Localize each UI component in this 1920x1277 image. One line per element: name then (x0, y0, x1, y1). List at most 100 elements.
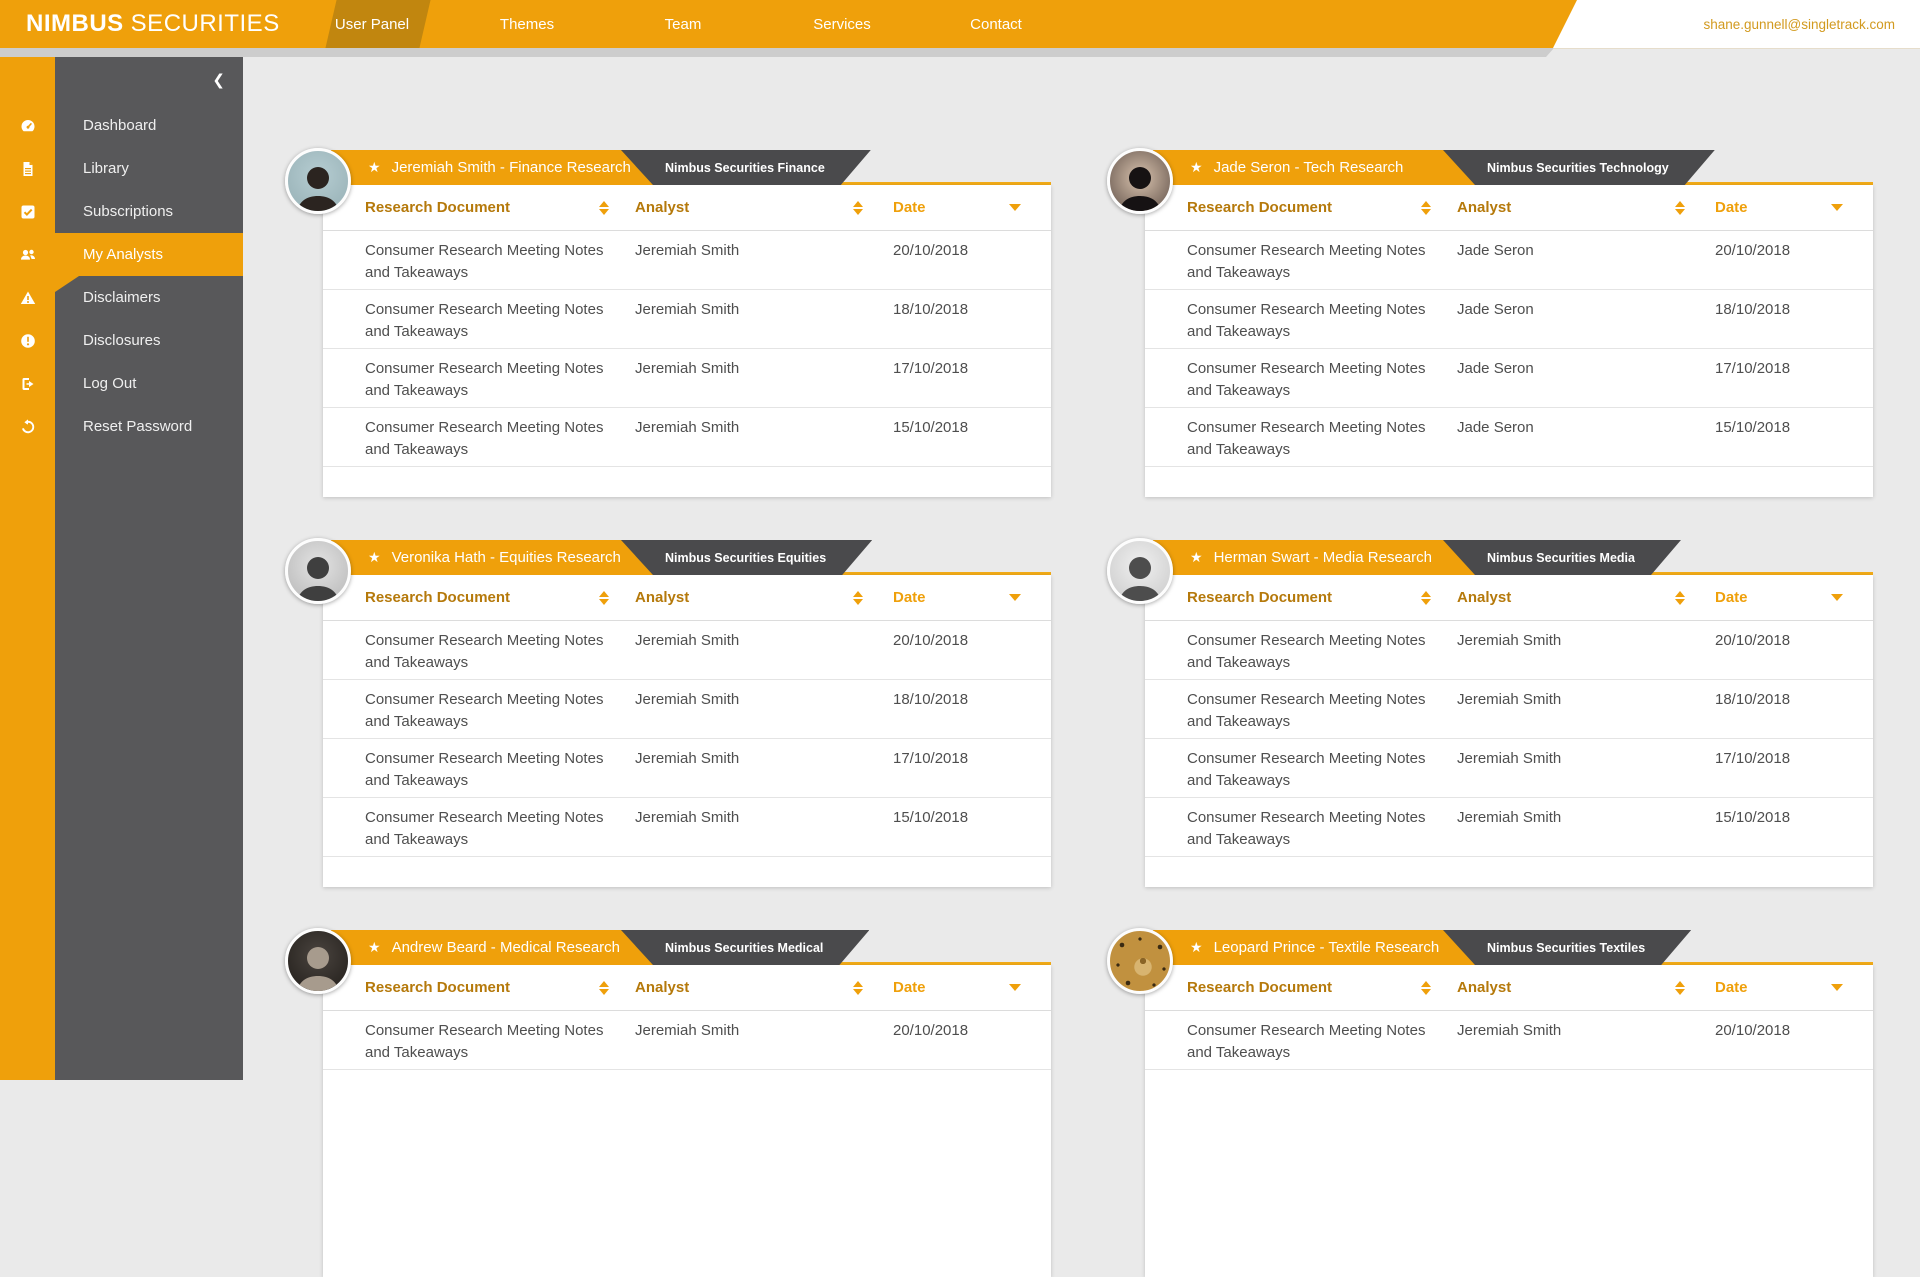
caret-down-icon[interactable] (1831, 594, 1843, 601)
nav-item-contact[interactable]: Contact (970, 0, 1022, 48)
column-header-document[interactable]: Research Document (365, 199, 635, 216)
column-header-document[interactable]: Research Document (1187, 589, 1457, 606)
research-row[interactable]: Consumer Research Meeting Notes and Take… (1145, 349, 1873, 408)
column-header-analyst[interactable]: Analyst (1457, 589, 1715, 606)
document-title[interactable]: Consumer Research Meeting Notes and Take… (365, 630, 615, 679)
document-title[interactable]: Consumer Research Meeting Notes and Take… (365, 240, 615, 289)
column-header-document[interactable]: Research Document (1187, 979, 1457, 996)
column-header-analyst[interactable]: Analyst (635, 589, 893, 606)
research-row[interactable]: Consumer Research Meeting Notes and Take… (1145, 408, 1873, 467)
research-row[interactable]: Consumer Research Meeting Notes and Take… (323, 231, 1051, 290)
caret-down-icon[interactable] (1009, 594, 1021, 601)
column-header-date[interactable]: Date (1715, 589, 1845, 606)
column-header-document[interactable]: Research Document (365, 589, 635, 606)
sidebar-item-reset-password[interactable]: Reset Password (0, 405, 243, 448)
column-header-date[interactable]: Date (1715, 979, 1845, 996)
research-row[interactable]: Consumer Research Meeting Notes and Take… (1145, 798, 1873, 857)
column-header-analyst[interactable]: Analyst (1457, 199, 1715, 216)
column-header-document[interactable]: Research Document (365, 979, 635, 996)
sort-icon[interactable] (599, 981, 635, 995)
jade-seron-photo[interactable] (1107, 148, 1173, 214)
research-row[interactable]: Consumer Research Meeting Notes and Take… (1145, 231, 1873, 290)
research-row[interactable]: Consumer Research Meeting Notes and Take… (1145, 680, 1873, 739)
column-header-analyst[interactable]: Analyst (635, 979, 893, 996)
nav-item-themes[interactable]: Themes (500, 0, 554, 48)
document-title[interactable]: Consumer Research Meeting Notes and Take… (1187, 630, 1437, 679)
research-row[interactable]: Consumer Research Meeting Notes and Take… (323, 739, 1051, 798)
sort-icon[interactable] (1421, 591, 1457, 605)
sidebar-collapse-button[interactable]: ❮ (212, 71, 225, 89)
document-title[interactable]: Consumer Research Meeting Notes and Take… (1187, 748, 1437, 797)
column-header-date[interactable]: Date (893, 589, 1023, 606)
column-header-date[interactable]: Date (893, 199, 1023, 216)
research-row[interactable]: Consumer Research Meeting Notes and Take… (1145, 290, 1873, 349)
veronika-hath-photo[interactable] (285, 538, 351, 604)
research-row[interactable]: Consumer Research Meeting Notes and Take… (323, 290, 1051, 349)
sort-icon[interactable] (853, 591, 863, 605)
sort-icon[interactable] (599, 201, 635, 215)
leopard-prince-photo[interactable] (1107, 928, 1173, 994)
document-title[interactable]: Consumer Research Meeting Notes and Take… (365, 358, 615, 407)
document-title[interactable]: Consumer Research Meeting Notes and Take… (1187, 358, 1437, 407)
column-header-analyst[interactable]: Analyst (635, 199, 893, 216)
research-row[interactable]: Consumer Research Meeting Notes and Take… (1145, 739, 1873, 798)
nav-item-team[interactable]: Team (665, 0, 702, 48)
sidebar-item-my-analysts[interactable]: My Analysts (0, 233, 243, 276)
analyst-banner[interactable]: ★ Andrew Beard - Medical Research (331, 930, 653, 965)
user-email[interactable]: shane.gunnell@singletrack.com (1703, 0, 1895, 48)
analyst-banner[interactable]: ★ Leopard Prince - Textile Research (1153, 930, 1475, 965)
research-row[interactable]: Consumer Research Meeting Notes and Take… (1145, 621, 1873, 680)
sidebar-item-disclaimers[interactable]: Disclaimers (0, 276, 243, 319)
document-title[interactable]: Consumer Research Meeting Notes and Take… (365, 689, 615, 738)
sidebar-item-log-out[interactable]: Log Out (0, 362, 243, 405)
analyst-banner[interactable]: ★ Veronika Hath - Equities Research (331, 540, 653, 575)
sort-icon[interactable] (1675, 201, 1685, 215)
sidebar-item-subscriptions[interactable]: Subscriptions (0, 190, 243, 233)
herman-swart-photo[interactable] (1107, 538, 1173, 604)
column-header-analyst[interactable]: Analyst (1457, 979, 1715, 996)
sort-icon[interactable] (853, 201, 863, 215)
caret-down-icon[interactable] (1831, 984, 1843, 991)
nav-item-services[interactable]: Services (813, 0, 871, 48)
sort-icon[interactable] (599, 591, 635, 605)
document-title[interactable]: Consumer Research Meeting Notes and Take… (365, 1020, 615, 1069)
document-title[interactable]: Consumer Research Meeting Notes and Take… (365, 299, 615, 348)
analyst-banner[interactable]: ★ Jade Seron - Tech Research (1153, 150, 1475, 185)
document-title[interactable]: Consumer Research Meeting Notes and Take… (1187, 299, 1437, 348)
sort-icon[interactable] (1421, 981, 1457, 995)
andrew-beard-photo[interactable] (285, 928, 351, 994)
research-row[interactable]: Consumer Research Meeting Notes and Take… (323, 349, 1051, 408)
sort-icon[interactable] (1675, 591, 1685, 605)
research-row[interactable]: Consumer Research Meeting Notes and Take… (323, 1011, 1051, 1070)
caret-down-icon[interactable] (1009, 204, 1021, 211)
sidebar-item-library[interactable]: Library (0, 147, 243, 190)
sort-icon[interactable] (853, 981, 863, 995)
research-row[interactable]: Consumer Research Meeting Notes and Take… (323, 680, 1051, 739)
research-row[interactable]: Consumer Research Meeting Notes and Take… (323, 621, 1051, 680)
caret-down-icon[interactable] (1831, 204, 1843, 211)
sidebar-item-dashboard[interactable]: Dashboard (0, 104, 243, 147)
research-row[interactable]: Consumer Research Meeting Notes and Take… (323, 408, 1051, 467)
document-title[interactable]: Consumer Research Meeting Notes and Take… (365, 748, 615, 797)
column-header-date[interactable]: Date (1715, 199, 1845, 216)
sort-icon[interactable] (1675, 981, 1685, 995)
document-title[interactable]: Consumer Research Meeting Notes and Take… (1187, 807, 1437, 856)
sort-icon[interactable] (1421, 201, 1457, 215)
document-title[interactable]: Consumer Research Meeting Notes and Take… (1187, 240, 1437, 289)
document-title[interactable]: Consumer Research Meeting Notes and Take… (365, 417, 615, 466)
document-title[interactable]: Consumer Research Meeting Notes and Take… (1187, 417, 1437, 466)
nav-item-user-panel[interactable]: User Panel (335, 0, 409, 48)
sidebar-item-disclosures[interactable]: Disclosures (0, 319, 243, 362)
column-header-document[interactable]: Research Document (1187, 199, 1457, 216)
document-title[interactable]: Consumer Research Meeting Notes and Take… (365, 807, 615, 856)
jeremiah-smith-photo[interactable] (285, 148, 351, 214)
document-title[interactable]: Consumer Research Meeting Notes and Take… (1187, 689, 1437, 738)
analyst-banner[interactable]: ★ Herman Swart - Media Research (1153, 540, 1475, 575)
research-row[interactable]: Consumer Research Meeting Notes and Take… (323, 798, 1051, 857)
document-title[interactable]: Consumer Research Meeting Notes and Take… (1187, 1020, 1437, 1069)
research-row[interactable]: Consumer Research Meeting Notes and Take… (1145, 1011, 1873, 1070)
column-header-date[interactable]: Date (893, 979, 1023, 996)
caret-down-icon[interactable] (1009, 984, 1021, 991)
analyst-banner[interactable]: ★ Jeremiah Smith - Finance Research (331, 150, 653, 185)
brand-logo[interactable]: NIMBUS SECURITIES (26, 0, 280, 48)
